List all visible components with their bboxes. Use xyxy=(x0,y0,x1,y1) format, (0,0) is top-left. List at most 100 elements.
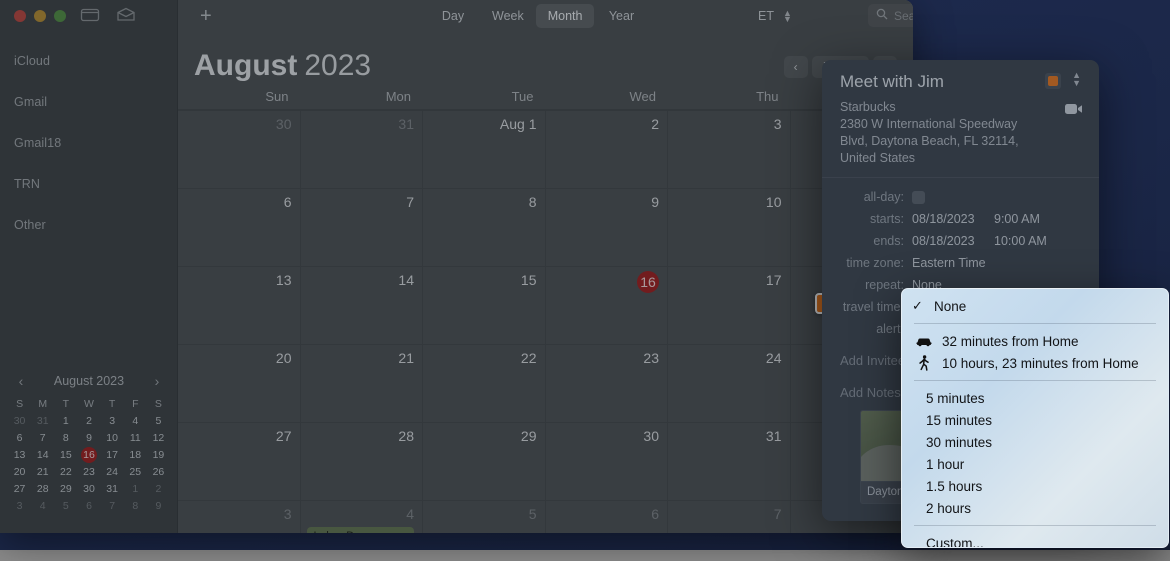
menu-item[interactable]: 15 minutes xyxy=(902,409,1168,431)
mini-calendar-day[interactable]: 31 xyxy=(101,481,124,498)
timezone-selector[interactable]: ET ▲ ▼ xyxy=(758,4,792,28)
sidebar-item-gmail18[interactable]: Gmail18 xyxy=(0,122,177,163)
mini-calendar-day[interactable]: 16 xyxy=(77,447,100,464)
all-day-checkbox[interactable] xyxy=(912,190,925,204)
day-cell[interactable]: 10 xyxy=(668,189,791,267)
day-cell[interactable]: 13 xyxy=(178,267,301,345)
end-time[interactable]: 10:00 AM xyxy=(994,234,1047,248)
day-cell[interactable]: 15 xyxy=(423,267,546,345)
day-cell[interactable]: 2 xyxy=(545,111,668,189)
time-zone-value[interactable]: Eastern Time xyxy=(912,256,986,270)
mini-calendar-day[interactable]: 28 xyxy=(31,481,54,498)
mini-calendar-day[interactable]: 9 xyxy=(77,430,100,447)
event-chip[interactable]: Labor Day xyxy=(306,527,414,533)
menu-item[interactable]: 5 minutes xyxy=(902,387,1168,409)
calendar-color-swatch[interactable] xyxy=(1045,73,1061,89)
day-cell[interactable]: 24 xyxy=(668,345,791,423)
day-cell[interactable]: Aug 1 xyxy=(423,111,546,189)
day-cell[interactable]: 29 xyxy=(423,423,546,501)
field-time-zone[interactable]: time zone: Eastern Time xyxy=(822,252,1099,274)
mini-calendar-day[interactable]: 31 xyxy=(31,413,54,430)
mini-calendar-day[interactable]: 3 xyxy=(101,413,124,430)
day-cell[interactable]: 5 xyxy=(423,501,546,533)
day-cell[interactable]: 6 xyxy=(546,501,668,533)
mini-calendar-day[interactable]: 1 xyxy=(54,413,77,430)
mini-calendar-day[interactable]: 6 xyxy=(77,498,100,515)
day-cell[interactable]: 23 xyxy=(545,345,668,423)
mini-calendar-day[interactable]: 4 xyxy=(31,498,54,515)
day-cell[interactable]: 6 xyxy=(178,189,301,267)
tab-day[interactable]: Day xyxy=(426,4,480,28)
sidebar-item-gmail[interactable]: Gmail xyxy=(0,81,177,122)
field-ends[interactable]: ends: 08/18/2023 10:00 AM xyxy=(822,230,1099,252)
mini-calendar-day[interactable]: 18 xyxy=(124,447,147,464)
day-cell[interactable]: 21 xyxy=(300,345,423,423)
menu-item[interactable]: Custom... xyxy=(902,532,1168,548)
tab-week[interactable]: Week xyxy=(480,4,536,28)
day-cell[interactable]: 30 xyxy=(545,423,668,501)
day-cell[interactable]: 4 Labor Day xyxy=(301,501,423,533)
day-cell[interactable]: 20 xyxy=(178,345,301,423)
menu-item[interactable]: ✓ None xyxy=(902,295,1168,317)
mini-calendar-day[interactable]: 10 xyxy=(101,430,124,447)
mini-calendar-day[interactable]: 8 xyxy=(54,430,77,447)
mini-calendar-day[interactable]: 8 xyxy=(124,498,147,515)
start-date[interactable]: 08/18/2023 xyxy=(912,212,994,226)
tab-year[interactable]: Year xyxy=(594,4,648,28)
mini-calendar-day[interactable]: 12 xyxy=(147,430,170,447)
mini-calendar-day[interactable]: 22 xyxy=(54,464,77,481)
field-all-day[interactable]: all-day: xyxy=(822,186,1099,208)
mini-calendar-day[interactable]: 21 xyxy=(31,464,54,481)
day-cell[interactable]: 14 xyxy=(300,267,423,345)
mini-calendar-day[interactable]: 29 xyxy=(54,481,77,498)
day-cell[interactable]: 22 xyxy=(423,345,546,423)
day-cell[interactable]: 28 xyxy=(300,423,423,501)
day-cell[interactable]: 16 xyxy=(545,267,668,345)
day-cell[interactable]: 17 xyxy=(668,267,791,345)
menu-item[interactable]: 2 hours xyxy=(902,497,1168,519)
mini-calendar-day[interactable]: 19 xyxy=(147,447,170,464)
day-cell[interactable]: 3 xyxy=(178,501,301,533)
minimize-button[interactable] xyxy=(34,10,46,22)
mini-calendar-prev-icon[interactable]: ‹ xyxy=(14,373,28,389)
mini-calendar-day[interactable]: 3 xyxy=(8,498,31,515)
day-cell[interactable]: 30 xyxy=(178,111,301,189)
mini-calendar-day[interactable]: 5 xyxy=(54,498,77,515)
day-cell[interactable]: 31 xyxy=(668,423,791,501)
day-cell[interactable]: 7 xyxy=(300,189,423,267)
sidebar-toggle-icon[interactable] xyxy=(80,7,102,25)
mini-calendar-day[interactable]: 7 xyxy=(31,430,54,447)
mini-calendar-day[interactable]: 11 xyxy=(124,430,147,447)
mini-calendar-day[interactable]: 2 xyxy=(77,413,100,430)
sidebar-item-other[interactable]: Other xyxy=(0,204,177,245)
tab-month[interactable]: Month xyxy=(535,4,595,28)
day-cell[interactable]: 31 xyxy=(300,111,423,189)
sidebar-item-trn[interactable]: TRN xyxy=(0,163,177,204)
day-cell[interactable]: 3 xyxy=(668,111,791,189)
mini-calendar-day[interactable]: 9 xyxy=(147,498,170,515)
mini-calendar-day[interactable]: 17 xyxy=(101,447,124,464)
mini-calendar-day[interactable]: 4 xyxy=(124,413,147,430)
sidebar-item-icloud[interactable]: iCloud xyxy=(0,40,177,81)
day-cell[interactable]: 7 xyxy=(668,501,791,533)
start-time[interactable]: 9:00 AM xyxy=(994,212,1040,226)
mini-calendar-day[interactable]: 23 xyxy=(77,464,100,481)
menu-item[interactable]: 10 hours, 23 minutes from Home xyxy=(902,352,1168,374)
mini-calendar-day[interactable]: 27 xyxy=(8,481,31,498)
mini-calendar-day[interactable]: 30 xyxy=(77,481,100,498)
mini-calendar-day[interactable]: 14 xyxy=(31,447,54,464)
mini-calendar-day[interactable]: 13 xyxy=(8,447,31,464)
mini-calendar-day[interactable]: 1 xyxy=(124,481,147,498)
menu-item[interactable]: 1.5 hours xyxy=(902,475,1168,497)
mini-calendar-day[interactable]: 15 xyxy=(54,447,77,464)
mini-calendar-day[interactable]: 25 xyxy=(124,464,147,481)
new-event-button[interactable]: + xyxy=(200,5,212,27)
day-cell[interactable]: 27 xyxy=(178,423,301,501)
field-starts[interactable]: starts: 08/18/2023 9:00 AM xyxy=(822,208,1099,230)
mini-calendar-day[interactable]: 6 xyxy=(8,430,31,447)
video-call-icon[interactable] xyxy=(1065,102,1083,120)
zoom-button[interactable] xyxy=(54,10,66,22)
mini-calendar-day[interactable]: 26 xyxy=(147,464,170,481)
mini-calendar-day[interactable]: 24 xyxy=(101,464,124,481)
menu-item[interactable]: 1 hour xyxy=(902,453,1168,475)
